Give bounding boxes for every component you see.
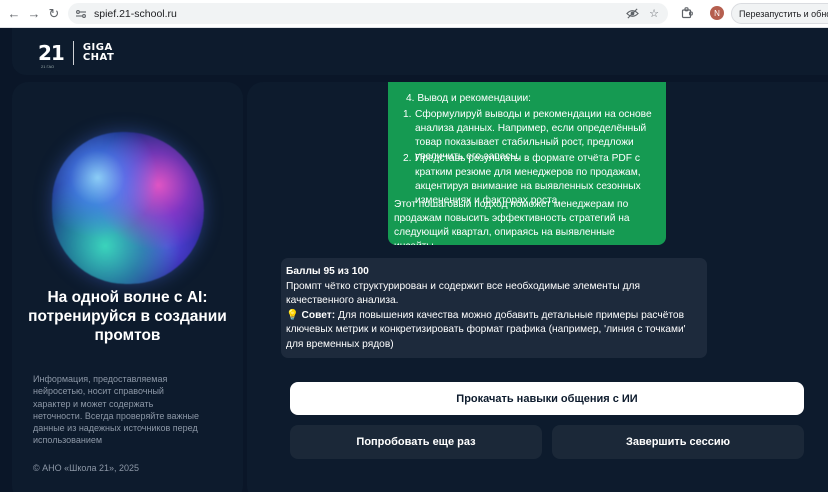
try-again-button[interactable]: Попробовать еще раз	[290, 425, 542, 459]
prompt-section-heading: 4. Вывод и рекомендации:	[406, 93, 532, 104]
back-icon[interactable]: ←	[4, 4, 24, 24]
list-number: 1.	[403, 109, 412, 120]
logo-chat: CHAT	[82, 52, 115, 63]
extensions-icon[interactable]	[679, 5, 695, 21]
left-panel: На одной волне с AI: потренируйся в созд…	[12, 82, 243, 492]
user-prompt-message: 4. Вывод и рекомендации: 1. Сформулируй …	[388, 82, 666, 245]
disclaimer-text: Информация, предоставляемая нейросетью, …	[33, 374, 200, 446]
site-info-icon[interactable]	[72, 5, 90, 23]
reload-icon[interactable]: ↻	[44, 4, 64, 24]
score-feedback-message: Баллы 95 из 100 Промпт чётко структуриро…	[281, 258, 707, 358]
copyright-text: © АНО «Школа 21», 2025	[33, 463, 140, 473]
prompt-summary: Этот пошаговый подход поможет менеджерам…	[394, 199, 630, 245]
logo-gigachat: GIGA CHAT	[83, 43, 115, 63]
lightbulb-icon: 💡	[286, 309, 299, 321]
bookmark-star-icon[interactable]: ☆	[646, 5, 662, 21]
eye-off-icon[interactable]	[624, 5, 640, 21]
page-title: На одной волне с AI: потренируйся в созд…	[28, 289, 227, 344]
relaunch-button[interactable]: Перезапустить и обнов	[731, 3, 828, 24]
score-title: Баллы 95 из 100	[286, 266, 369, 277]
logo-21: 21	[38, 41, 65, 65]
forward-icon[interactable]: →	[24, 4, 44, 24]
logo-divider	[72, 41, 74, 65]
tip-label: Совет:	[301, 309, 336, 321]
tip-text: Для повышения качества можно добавить де…	[286, 309, 686, 350]
improve-skills-button[interactable]: Прокачать навыки общения с ИИ	[290, 382, 804, 415]
browser-toolbar: ← → ↻ spief.21-school.ru ☆ N Перезапусти…	[0, 0, 828, 28]
chat-panel: 4. Вывод и рекомендации: 1. Сформулируй …	[247, 82, 828, 492]
list-number: 2.	[403, 153, 412, 164]
logo-subtext: 21 ГАО	[41, 64, 55, 69]
profile-avatar[interactable]: N	[710, 6, 724, 20]
site-header: 21 21 ГАО GIGA CHAT	[12, 28, 828, 75]
url-text: spief.21-school.ru	[94, 7, 177, 20]
end-session-button[interactable]: Завершить сессию	[552, 425, 804, 459]
score-description: Промпт чётко структурирован и содержит в…	[286, 280, 640, 307]
address-bar[interactable]: spief.21-school.ru ☆	[68, 3, 668, 24]
ai-sphere-image	[52, 132, 204, 284]
logo[interactable]: 21 21 ГАО GIGA CHAT	[38, 41, 115, 69]
score-tip: 💡 Совет: Для повышения качества можно до…	[286, 309, 702, 353]
